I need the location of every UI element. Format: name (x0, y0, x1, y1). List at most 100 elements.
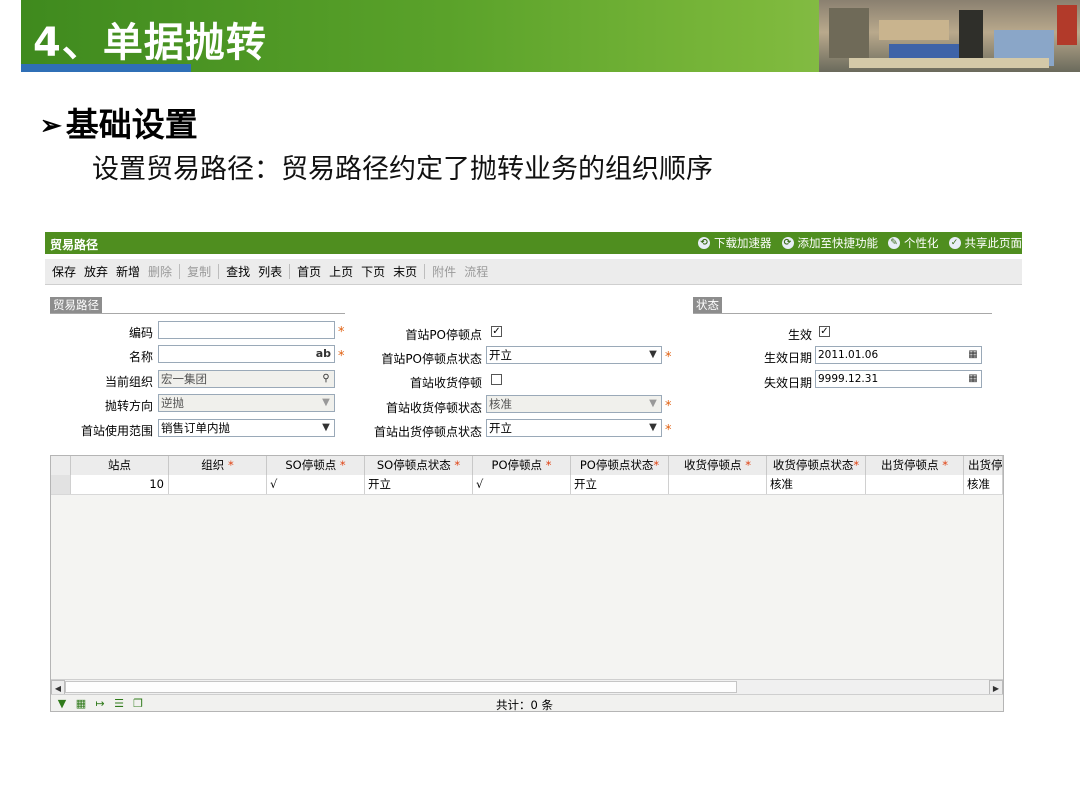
column-header[interactable]: SO停顿点 * (267, 456, 365, 475)
export-excel-icon[interactable]: ❐ (131, 697, 145, 710)
scope-select[interactable]: 销售订单内抛 ▼ (158, 419, 335, 437)
section-divider (50, 313, 345, 314)
expire-date-label: 失效日期 (763, 376, 812, 390)
section-divider (693, 313, 992, 314)
last-page-button[interactable]: 末页 (389, 263, 421, 280)
share-page-link[interactable]: ✓ 共享此页面 (948, 235, 1022, 251)
chevron-down-icon: ▼ (649, 422, 657, 433)
recv-stop-label: 首站收货停顿 (409, 376, 482, 390)
column-header[interactable]: SO停顿点状态 * (365, 456, 473, 475)
table-cell[interactable]: 核准 (767, 475, 866, 494)
scroll-right-icon[interactable]: ▶ (989, 680, 1003, 695)
table-cell[interactable]: 开立 (365, 475, 473, 494)
required-icon: * (942, 458, 948, 472)
chevron-down-icon: ▼ (322, 422, 330, 433)
copy-button[interactable]: 复制 (183, 263, 215, 280)
attachment-button[interactable]: 附件 (428, 263, 460, 280)
column-header[interactable]: 收货停顿点 * (669, 456, 767, 475)
table-cell[interactable]: 10 (71, 475, 169, 494)
recv-stop-checkbox[interactable] (491, 374, 502, 385)
org-input[interactable]: 宏一集团 ⚲ (158, 370, 335, 388)
table-cell[interactable]: √ (473, 475, 571, 494)
required-icon: * (339, 458, 346, 472)
row-selector[interactable] (51, 475, 71, 494)
toolbar-query-group: 查找 列表 (219, 263, 291, 280)
recv-state-select[interactable]: 核准 ▼ (486, 395, 662, 413)
table-cell[interactable] (669, 475, 767, 494)
delete-button[interactable]: 删除 (144, 263, 176, 280)
required-icon: * (454, 458, 461, 472)
name-input[interactable]: ab (158, 345, 335, 363)
find-button[interactable]: 查找 (222, 263, 254, 280)
table-cell[interactable] (866, 475, 964, 494)
table-cell[interactable]: 开立 (571, 475, 669, 494)
column-header[interactable]: 组织 * (169, 456, 267, 475)
column-header[interactable]: PO停顿点状态* (571, 456, 669, 475)
list-button[interactable]: 列表 (254, 263, 286, 280)
code-label: 编码 (128, 326, 153, 340)
calendar-icon[interactable]: ▦ (965, 371, 981, 387)
arrow-bullet-icon: ➢ (40, 111, 62, 141)
add-button[interactable]: 新增 (112, 263, 144, 280)
filter-icon[interactable]: ▼ (55, 697, 69, 710)
section-status: 状态 (693, 297, 722, 313)
column-header[interactable]: 出货停顿点 * (866, 456, 964, 475)
horizontal-scrollbar[interactable]: ◀ ▶ (51, 679, 1003, 695)
required-icon: * (653, 458, 660, 472)
calendar-icon[interactable]: ▦ (965, 347, 981, 363)
download-accelerator-link[interactable]: ⟲ 下载加速器 (698, 235, 772, 251)
toolbar-misc-group: 附件 流程 (425, 264, 495, 279)
add-shortcut-link[interactable]: ⟳ 添加至快捷功能 (781, 235, 878, 251)
detail-grid: 站点 组织 * SO停顿点 * SO停顿点状态 * PO停顿点 * PO停顿点状… (50, 455, 1004, 712)
insert-row-icon[interactable]: ↦ (93, 697, 107, 710)
grid-statusbar: ▼ ▦ ↦ ☰ ❐ 共计：0 条 (51, 694, 1003, 712)
ship-state-select[interactable]: 开立 ▼ (486, 419, 662, 437)
po-stop-checkbox[interactable]: ✓ (491, 326, 502, 337)
slide-title: 4、单据抛转 (33, 20, 267, 66)
next-page-button[interactable]: 下页 (357, 263, 389, 280)
table-cell[interactable]: √ (267, 475, 365, 494)
app-titlebar: 贸易路径 ⟲ 下载加速器 ⟳ 添加至快捷功能 ✎ 个性化 ✓ 共享此页面 (45, 232, 1022, 254)
warehouse-photo (819, 0, 1080, 72)
scrollbar-thumb[interactable] (65, 681, 737, 693)
slide-header: 4、单据抛转 (21, 0, 1080, 72)
multilang-icon[interactable]: ab (316, 346, 331, 362)
scroll-left-icon[interactable]: ◀ (51, 680, 65, 695)
column-header[interactable]: PO停顿点 * (473, 456, 571, 475)
column-header[interactable]: 出货停 (964, 456, 1003, 475)
toolbar-nav-group: 首页 上页 下页 末页 (290, 263, 426, 280)
chevron-down-icon: ▼ (649, 349, 657, 360)
toolbar: 保存 放弃 新增 删除 复制 查找 列表 首页 上页 下页 末页 附件 流程 (45, 259, 1022, 285)
discard-button[interactable]: 放弃 (80, 263, 112, 280)
delete-row-icon[interactable]: ☰ (112, 697, 126, 710)
personalize-icon: ✎ (888, 237, 900, 249)
direction-select[interactable]: 逆抛 ▼ (158, 394, 335, 412)
add-row-icon[interactable]: ▦ (74, 697, 88, 710)
table-row[interactable]: 10 √ 开立 √ 开立 核准 核准 (51, 475, 1003, 495)
search-icon[interactable]: ⚲ (318, 371, 334, 387)
first-page-button[interactable]: 首页 (293, 263, 325, 280)
effective-checkbox[interactable]: ✓ (819, 326, 830, 337)
prev-page-button[interactable]: 上页 (325, 263, 357, 280)
po-state-label: 首站PO停顿点状态 (381, 352, 482, 366)
save-button[interactable]: 保存 (48, 263, 80, 280)
workflow-button[interactable]: 流程 (460, 263, 492, 280)
ship-state-label: 首站出货停顿点状态 (373, 425, 482, 439)
record-count: 共计：0 条 (496, 698, 553, 712)
grid-header: 站点 组织 * SO停顿点 * SO停顿点状态 * PO停顿点 * PO停顿点状… (51, 456, 1003, 476)
chevron-down-icon: ▼ (649, 398, 657, 409)
required-icon: * (665, 399, 672, 414)
required-icon: * (545, 458, 552, 472)
org-label: 当前组织 (104, 375, 153, 389)
expire-date-input[interactable]: 9999.12.31 ▦ (815, 370, 982, 388)
recv-state-label: 首站收货停顿状态 (385, 401, 482, 415)
table-cell[interactable]: 核准 (964, 475, 1003, 494)
required-icon: * (665, 350, 672, 365)
personalize-link[interactable]: ✎ 个性化 (888, 235, 939, 251)
effective-date-input[interactable]: 2011.01.06 ▦ (815, 346, 982, 364)
column-header[interactable]: 站点 (71, 456, 169, 475)
table-cell[interactable] (169, 475, 267, 494)
po-state-select[interactable]: 开立 ▼ (486, 346, 662, 364)
column-header[interactable]: 收货停顿点状态* (767, 456, 866, 475)
code-input[interactable] (158, 321, 335, 339)
